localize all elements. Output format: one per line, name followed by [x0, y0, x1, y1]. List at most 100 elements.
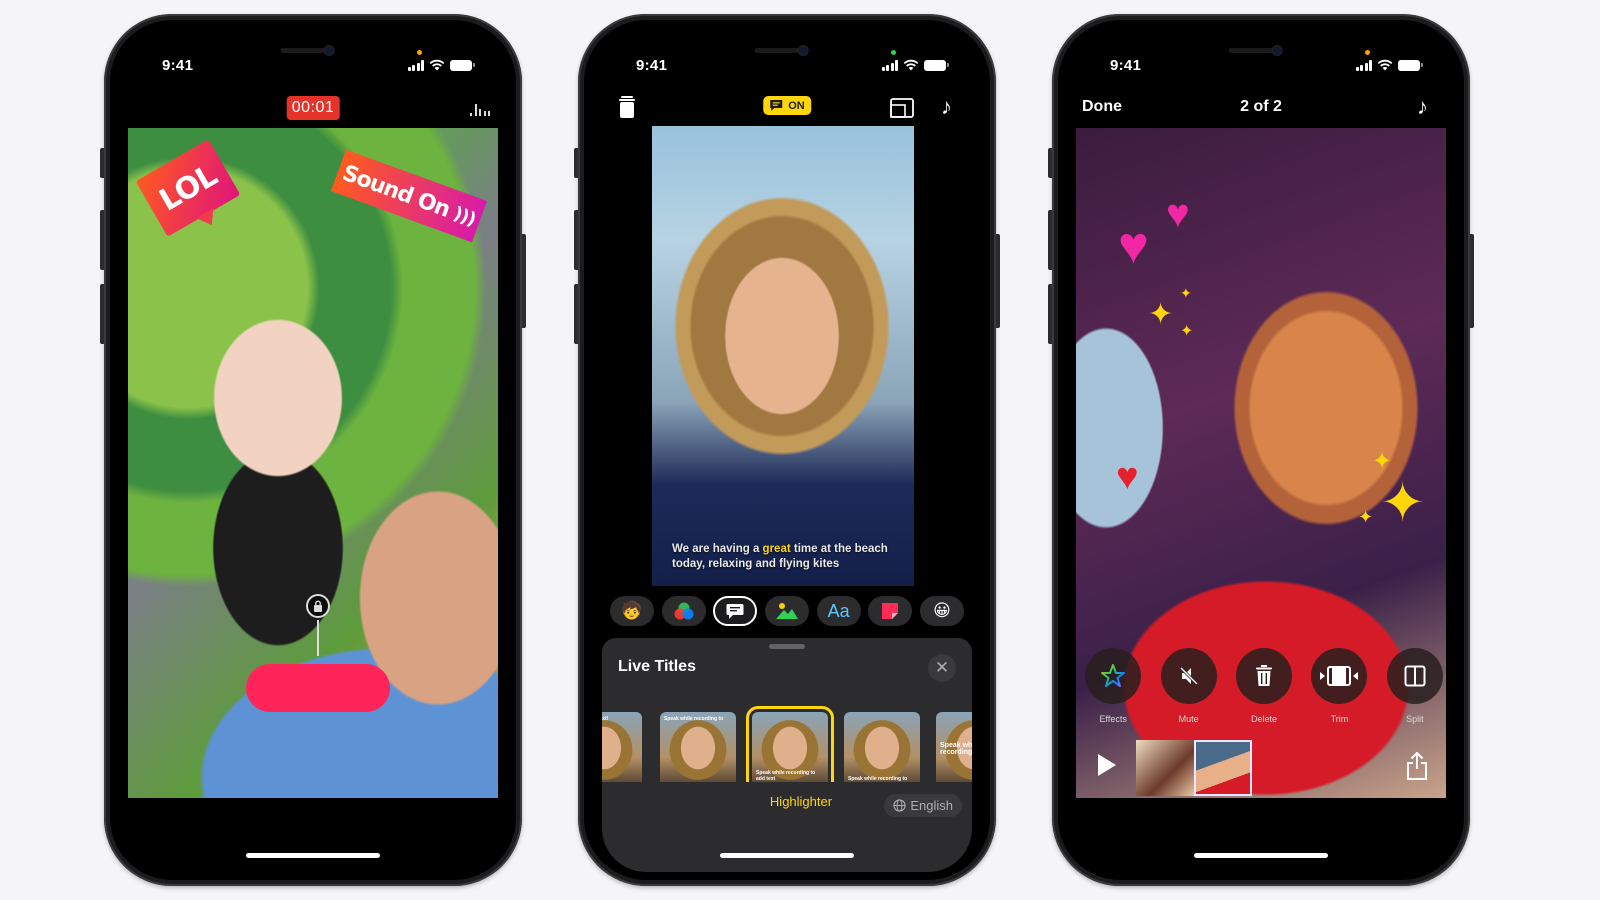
timeline-clip[interactable]	[1136, 740, 1194, 796]
memoji-icon: 🧒	[621, 601, 643, 620]
side-button	[522, 234, 526, 328]
sparkle-sticker[interactable]: ✦	[1148, 300, 1173, 330]
sparkle-sticker[interactable]: ✦	[1380, 476, 1425, 530]
volume-down-button	[1048, 284, 1052, 344]
cellular-signal-icon	[407, 59, 424, 71]
sound-waves-icon: )))	[450, 202, 479, 230]
trim-label: Trim	[1330, 714, 1349, 724]
music-note-icon[interactable]: ♪	[1417, 96, 1428, 118]
volume-up-button	[574, 210, 578, 270]
aspect-icon[interactable]	[890, 98, 914, 118]
trim-circle	[1311, 648, 1368, 704]
phone-edit-clip: 9:41 Done 2 of 2 ♪ ♥ ♥ ✦ ✦ ✦ ♥ ✦ ✦ ✦ Eff…	[1048, 14, 1474, 886]
home-indicator[interactable]	[1194, 853, 1328, 858]
pixel-heart-sticker[interactable]: ♥	[1116, 458, 1139, 496]
style-caption: Speak while recording to	[848, 776, 908, 782]
live-caption: We are having a great time at the beach …	[672, 542, 904, 572]
sheet-grabber[interactable]	[769, 644, 805, 649]
screen: 9:41 ON ♪ We are having a great time at …	[584, 20, 990, 880]
wifi-icon	[903, 59, 919, 71]
posters-tool[interactable]	[764, 596, 809, 626]
title-style-option[interactable]: ding is add text!	[602, 712, 642, 782]
volume-up-button	[1048, 210, 1052, 270]
sound-on-sticker-text: Sound On	[339, 160, 453, 223]
heart-sticker[interactable]: ♥	[1118, 220, 1149, 272]
effects-button[interactable]: Effects	[1082, 648, 1144, 724]
earpiece	[754, 48, 805, 53]
text-icon: Aa	[827, 600, 850, 621]
phone-recording: 9:41 00:01 LOL Sound On )))	[100, 14, 526, 886]
home-indicator[interactable]	[246, 853, 380, 858]
record-button[interactable]	[246, 664, 390, 712]
privacy-indicator	[1364, 50, 1370, 55]
sound-on-sticker[interactable]: Sound On )))	[330, 149, 488, 243]
done-button[interactable]: Done	[1082, 98, 1122, 116]
home-indicator[interactable]	[720, 853, 854, 858]
recording-top-bar: 00:01	[110, 94, 516, 122]
lol-sticker[interactable]: LOL	[135, 139, 241, 237]
battery-icon	[450, 59, 475, 71]
timeline-clip-selected[interactable]	[1194, 740, 1252, 796]
ringer-switch	[100, 148, 104, 178]
privacy-indicator	[416, 50, 422, 55]
live-titles-toggle-label: ON	[788, 99, 805, 112]
lock-slider-track	[317, 620, 319, 656]
lock-icon[interactable]	[306, 594, 330, 618]
language-label: English	[910, 798, 953, 813]
stickers-tool[interactable]	[868, 596, 913, 626]
filters-tool[interactable]	[661, 596, 706, 626]
split-label: Split	[1406, 714, 1424, 724]
earpiece	[280, 48, 331, 53]
title-style-option[interactable]: Speak while recording to	[844, 712, 920, 782]
live-titles-tool[interactable]	[713, 596, 758, 626]
ringer-switch	[1048, 148, 1052, 178]
memoji-tool[interactable]: 🧒	[610, 596, 654, 626]
split-icon	[1404, 665, 1426, 687]
timeline	[1076, 734, 1446, 796]
sparkle-sticker: ✦	[1372, 448, 1393, 475]
wifi-icon	[1377, 59, 1393, 71]
heart-sticker[interactable]: ♥	[1166, 194, 1190, 234]
filters-icon	[674, 602, 694, 620]
music-note-icon[interactable]: ♪	[941, 96, 952, 118]
clip-position: 2 of 2	[1240, 98, 1282, 115]
delete-button[interactable]: Delete	[1233, 648, 1295, 724]
title-style-option[interactable]: Speak while recording to	[660, 712, 736, 782]
title-style-option-selected[interactable]: Speak while recording to add text	[746, 706, 834, 782]
side-button	[1470, 234, 1474, 328]
status-bar: 9:41	[584, 50, 990, 76]
camera-viewfinder[interactable]: We are having a great time at the beach …	[652, 126, 914, 586]
audio-level-icon[interactable]	[470, 102, 490, 116]
share-icon[interactable]	[1406, 752, 1428, 780]
style-caption: Speak while recording to	[664, 716, 724, 722]
split-button[interactable]: Split	[1384, 648, 1446, 724]
close-button[interactable]: ✕	[928, 654, 956, 682]
title-style-picker: ding is add text! Speak while recording …	[602, 706, 972, 782]
cellular-signal-icon	[1355, 59, 1372, 71]
sheet-title: Live Titles	[618, 658, 696, 675]
camera-top-bar: ON ♪	[584, 94, 990, 122]
edit-top-bar: Done 2 of 2 ♪	[1058, 94, 1464, 122]
status-icons	[1355, 50, 1423, 71]
live-titles-sheet: Live Titles ✕ ding is add text! Speak wh…	[602, 638, 972, 872]
status-time: 9:41	[1110, 56, 1142, 74]
caption-highlight: great	[762, 543, 791, 555]
title-style-option[interactable]: Speak while recording to	[936, 712, 972, 782]
live-titles-toggle[interactable]: ON	[763, 96, 811, 115]
trash-icon	[1256, 665, 1273, 686]
battery-icon	[924, 59, 949, 71]
delete-label: Delete	[1251, 714, 1278, 724]
volume-down-button	[574, 284, 578, 344]
play-icon[interactable]	[1098, 754, 1116, 776]
trim-button[interactable]: Trim	[1308, 648, 1370, 724]
clip-preview[interactable]: ♥ ♥ ✦ ✦ ✦ ♥ ✦ ✦ ✦ Effects Mute Delete Tr…	[1076, 128, 1446, 798]
language-button[interactable]: English	[884, 794, 962, 817]
mute-button[interactable]: Mute	[1157, 648, 1219, 724]
style-caption: ding is add text!	[602, 716, 609, 722]
text-tool[interactable]: Aa	[816, 596, 861, 626]
trash-icon[interactable]	[618, 96, 636, 118]
globe-icon	[893, 799, 906, 812]
camera-viewfinder[interactable]: LOL Sound On )))	[128, 128, 498, 798]
emoji-tool[interactable]: 😀	[919, 596, 964, 626]
sparkle-sticker: ✦	[1358, 507, 1374, 527]
